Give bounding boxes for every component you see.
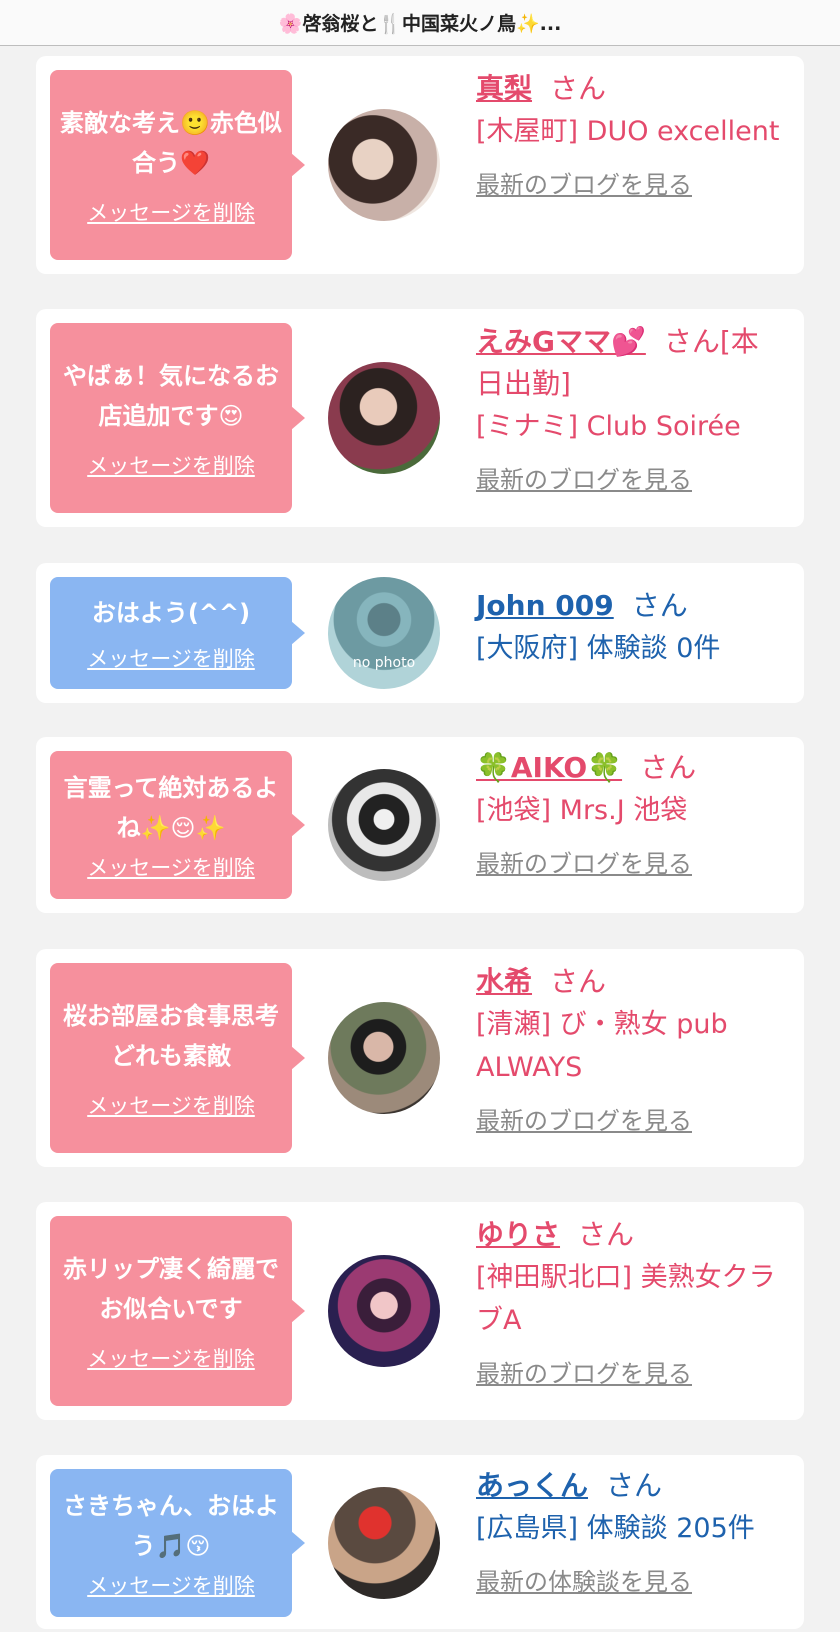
message-card: さきちゃん、おはよう🎵😚 メッセージを削除 あっくん さん [広島県] 体験談 2…	[36, 1455, 804, 1629]
sender-name-link[interactable]: 水希	[476, 965, 532, 998]
sender-info: 🍀AIKO🍀 さん [池袋] Mrs.J 池袋 最新のブログを見る	[476, 747, 786, 879]
message-text: やばぁ！気になるお店追加です😍	[63, 362, 279, 430]
avatar[interactable]	[328, 1487, 440, 1599]
sender-name-link[interactable]: あっくん	[476, 1469, 588, 1502]
avatar[interactable]	[328, 1002, 440, 1114]
delete-message-link[interactable]: メッセージを削除	[87, 852, 255, 882]
avatar[interactable]	[328, 109, 440, 221]
honorific: さん	[640, 751, 697, 784]
message-text: 素敵な考え🙂赤色似合う❤️	[60, 109, 282, 177]
sender-info: 真梨 さん [木屋町] DUO excellent 最新のブログを見る	[476, 68, 786, 200]
sender-name-link[interactable]: John 009	[476, 589, 614, 622]
delete-message-link[interactable]: メッセージを削除	[87, 1343, 255, 1373]
delete-message-link[interactable]: メッセージを削除	[87, 197, 255, 227]
honorific: さん	[578, 1218, 635, 1251]
shop-info: [清瀬] び・熟女 pub ALWAYS	[476, 1009, 728, 1083]
avatar[interactable]: no photo	[328, 577, 440, 689]
message-text: おはよう(^^)	[91, 599, 251, 627]
sender-name-link[interactable]: えみGママ💕	[476, 325, 646, 358]
view-latest-experience-link[interactable]: 最新の体験談を見る	[476, 1562, 786, 1597]
message-bubble: 赤リップ凄く綺麗でお似合いです メッセージを削除	[50, 1216, 305, 1406]
message-text: さきちゃん、おはよう🎵😚	[63, 1492, 279, 1560]
view-latest-blog-link[interactable]: 最新のブログを見る	[476, 165, 786, 200]
sender-info: えみGママ💕 さん[本日出勤] [ミナミ] Club Soirée 最新のブログを…	[476, 321, 786, 495]
shop-info: [広島県] 体験談 205件	[476, 1513, 755, 1544]
shop-info: [池袋] Mrs.J 池袋	[476, 795, 688, 826]
message-card: 言霊って絶対あるよね✨😌✨ メッセージを削除 🍀AIKO🍀 さん [池袋] Mrs…	[36, 737, 804, 913]
message-text: 桜お部屋お食事思考どれも素敵	[63, 1002, 279, 1070]
message-bubble: さきちゃん、おはよう🎵😚 メッセージを削除	[50, 1469, 305, 1617]
sender-info: 水希 さん [清瀬] び・熟女 pub ALWAYS 最新のブログを見る	[476, 961, 786, 1136]
sender-name-link[interactable]: 🍀AIKO🍀	[476, 751, 622, 784]
shop-info: [ミナミ] Club Soirée	[476, 411, 741, 442]
sender-info: John 009 さん [大阪府] 体験談 0件	[476, 585, 786, 670]
honorific: さん	[606, 1469, 663, 1502]
delete-message-link[interactable]: メッセージを削除	[87, 450, 255, 480]
sender-name-link[interactable]: 真梨	[476, 72, 532, 105]
message-card: 素敵な考え🙂赤色似合う❤️ メッセージを削除 真梨 さん [木屋町] DUO ex…	[36, 56, 804, 274]
delete-message-link[interactable]: メッセージを削除	[87, 1090, 255, 1120]
view-latest-blog-link[interactable]: 最新のブログを見る	[476, 1101, 786, 1136]
message-card: おはよう(^^) メッセージを削除 no photo John 009 さん [大…	[36, 563, 804, 703]
message-text: 赤リップ凄く綺麗でお似合いです	[63, 1255, 279, 1323]
message-bubble: 桜お部屋お食事思考どれも素敵 メッセージを削除	[50, 963, 305, 1153]
view-latest-blog-link[interactable]: 最新のブログを見る	[476, 460, 786, 495]
message-text: 言霊って絶対あるよね✨😌✨	[63, 774, 279, 842]
avatar[interactable]	[328, 769, 440, 881]
view-latest-blog-link[interactable]: 最新のブログを見る	[476, 844, 786, 879]
sender-info: あっくん さん [広島県] 体験談 205件 最新の体験談を見る	[476, 1465, 786, 1597]
message-card: やばぁ！気になるお店追加です😍 メッセージを削除 えみGママ💕 さん[本日出勤] …	[36, 309, 804, 527]
message-card: 赤リップ凄く綺麗でお似合いです メッセージを削除 ゆりさ さん [神田駅北口] 美…	[36, 1202, 804, 1420]
honorific: さん	[550, 72, 607, 105]
header-title: 🌸啓翁桜と🍴中国菜火ノ鳥✨...	[278, 13, 562, 35]
no-photo-label: no photo	[352, 655, 416, 671]
sender-name-link[interactable]: ゆりさ	[476, 1218, 560, 1251]
delete-message-link[interactable]: メッセージを削除	[87, 643, 255, 673]
shop-info: [大阪府] 体験談 0件	[476, 633, 721, 664]
message-bubble: 素敵な考え🙂赤色似合う❤️ メッセージを削除	[50, 70, 305, 260]
shop-info: [神田駅北口] 美熟女クラブA	[476, 1262, 776, 1336]
message-bubble: やばぁ！気になるお店追加です😍 メッセージを削除	[50, 323, 305, 513]
honorific: さん	[550, 965, 607, 998]
header-bar: 🌸啓翁桜と🍴中国菜火ノ鳥✨...	[0, 0, 840, 46]
sender-info: ゆりさ さん [神田駅北口] 美熟女クラブA 最新のブログを見る	[476, 1214, 786, 1389]
shop-info: [木屋町] DUO excellent	[476, 116, 780, 147]
avatar[interactable]	[328, 1255, 440, 1367]
message-card: 桜お部屋お食事思考どれも素敵 メッセージを削除 水希 さん [清瀬] び・熟女 p…	[36, 949, 804, 1167]
view-latest-blog-link[interactable]: 最新のブログを見る	[476, 1354, 786, 1389]
avatar[interactable]	[328, 362, 440, 474]
delete-message-link[interactable]: メッセージを削除	[87, 1570, 255, 1600]
message-bubble: 言霊って絶対あるよね✨😌✨ メッセージを削除	[50, 751, 305, 899]
message-bubble: おはよう(^^) メッセージを削除	[50, 577, 305, 689]
honorific: さん	[631, 589, 688, 622]
